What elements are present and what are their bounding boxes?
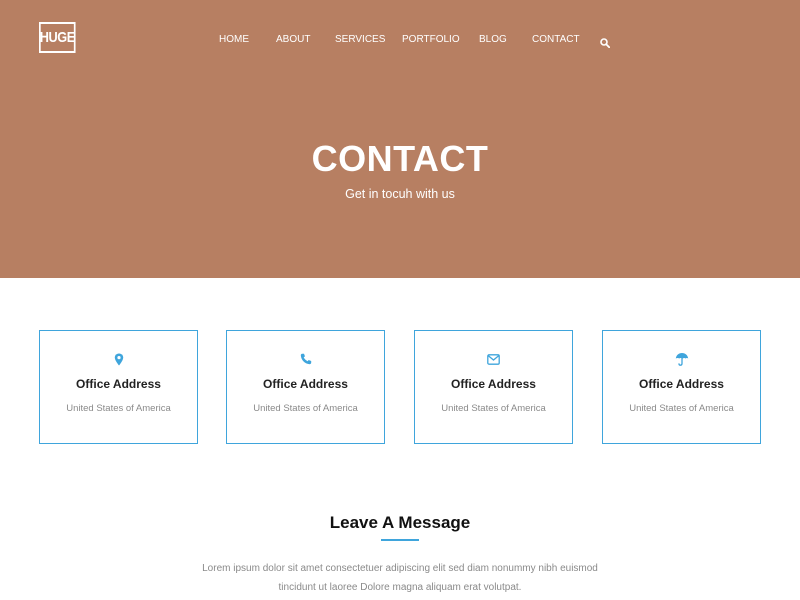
page-title: CONTACT — [311, 138, 489, 179]
card-text: United States of America — [253, 403, 358, 414]
nav-item-about[interactable]: ABOUT — [276, 34, 310, 45]
section-description: Lorem ipsum dolor sit amet consectetuer … — [202, 563, 598, 593]
card-title: Office Address — [639, 377, 724, 391]
map-marker-icon — [40, 351, 197, 367]
card-title: Office Address — [76, 377, 161, 391]
phone-icon — [227, 351, 384, 367]
nav-item-home[interactable]: HOME — [219, 34, 249, 45]
contact-card-address: Office Address United States of America — [39, 330, 198, 444]
contact-card-phone: Office Address United States of America — [226, 330, 385, 444]
hero-banner: HUGE HOME ABOUT SERVICES PORTFOLIO BLOG … — [0, 0, 800, 278]
search-icon[interactable] — [600, 35, 611, 49]
page-subtitle: Get in tocuh with us — [345, 187, 455, 201]
contact-card-email: Office Address United States of America — [414, 330, 573, 444]
card-title: Office Address — [451, 377, 536, 391]
card-text: United States of America — [441, 403, 546, 414]
umbrella-icon — [603, 351, 760, 367]
section-title: Leave A Message — [329, 513, 471, 532]
nav-item-blog[interactable]: BLOG — [479, 34, 507, 45]
card-title: Office Address — [263, 377, 348, 391]
nav-item-portfolio[interactable]: PORTFOLIO — [402, 34, 460, 45]
main-nav: HOME ABOUT SERVICES PORTFOLIO BLOG CONTA… — [0, 0, 800, 80]
section-title-underline — [381, 539, 419, 541]
card-text: United States of America — [629, 403, 734, 414]
nav-item-services[interactable]: SERVICES — [335, 34, 385, 45]
nav-item-contact[interactable]: CONTACT — [532, 34, 580, 45]
card-text: United States of America — [66, 403, 171, 414]
envelope-icon — [415, 351, 572, 367]
contact-card-other: Office Address United States of America — [602, 330, 761, 444]
